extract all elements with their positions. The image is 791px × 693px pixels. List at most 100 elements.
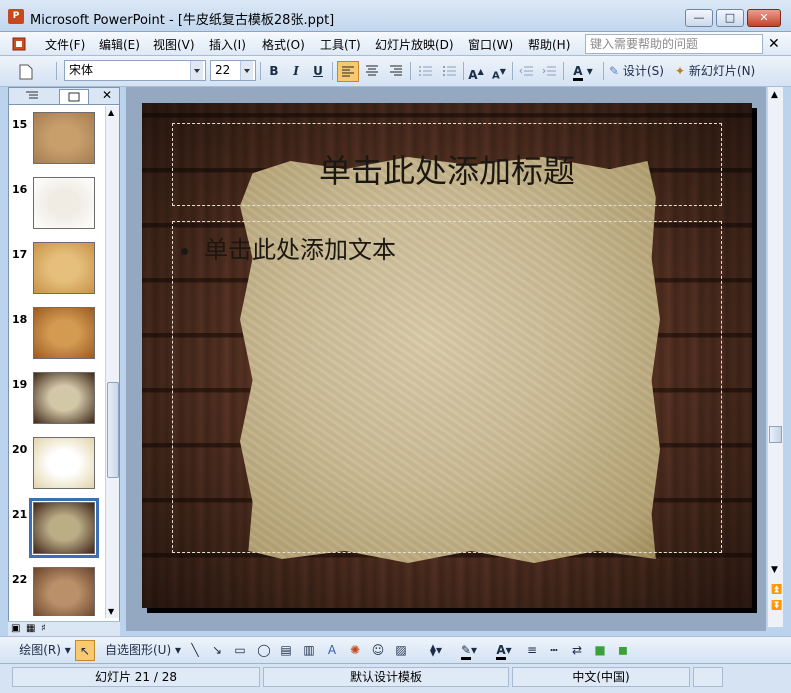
font-color-icon[interactable]: A▾ (489, 640, 519, 661)
increase-indent-icon[interactable] (539, 61, 559, 82)
scroll-up-icon[interactable]: ▲ (108, 108, 114, 117)
menu-doc-icon[interactable] (10, 36, 28, 52)
design-button[interactable]: ✎ 设计(S) (609, 61, 671, 82)
pane-scroll-thumb[interactable] (107, 382, 119, 478)
status-language: 中文(中国) (512, 667, 690, 687)
new-slide-button[interactable]: ✦ 新幻灯片(N) (675, 61, 763, 82)
font-name-select[interactable]: 宋体 (64, 60, 206, 81)
minimize-button[interactable]: — (685, 9, 713, 27)
status-slide-info: 幻灯片 21 / 28 (12, 667, 260, 687)
pane-tabs: ✕ (9, 88, 119, 105)
title-placeholder[interactable]: 单击此处添加标题 (172, 123, 722, 206)
pane-close-icon[interactable]: ✕ (102, 88, 112, 102)
slide-editor: 单击此处添加标题 单击此处添加文本 (126, 87, 766, 631)
view-buttons: ▣ ▦ ♯ (8, 621, 120, 636)
font-size-value: 22 (215, 63, 231, 77)
slide-thumbnail[interactable] (33, 437, 95, 489)
bold-button[interactable]: B (264, 61, 284, 82)
3d-style-icon[interactable]: ◼ (614, 640, 632, 661)
slide-thumbnail[interactable] (33, 242, 95, 294)
autoshapes-button[interactable]: 自选图形(U) ▾ (103, 640, 183, 661)
editor-scroll-thumb[interactable] (769, 426, 782, 443)
ellipse-icon[interactable]: ◯ (254, 640, 274, 661)
line-color-icon[interactable]: ✎▾ (454, 640, 484, 661)
pane-scrollbar[interactable]: ▲ ▼ (105, 106, 119, 618)
menu-window[interactable]: 窗口(W) (468, 36, 513, 53)
editor-scrollbar[interactable]: ▲ ▼ ⏫ ⏬ (767, 87, 783, 627)
menu-edit[interactable]: 编辑(E) (99, 36, 140, 53)
arrow-style-icon[interactable]: ⇄ (568, 640, 586, 661)
rectangle-icon[interactable]: ▭ (231, 640, 249, 661)
shadow-style-icon[interactable]: ■ (591, 640, 609, 661)
slide-number: 18 (12, 313, 28, 326)
slide-thumbnail[interactable] (33, 567, 95, 616)
diagram-icon[interactable]: ✺ (346, 640, 364, 661)
menu-insert[interactable]: 插入(I) (209, 36, 246, 53)
slideshow-icon[interactable]: ♯ (41, 623, 46, 634)
menu-help[interactable]: 帮助(H) (528, 36, 570, 53)
picture-icon[interactable]: ▨ (392, 640, 410, 661)
select-arrow-icon[interactable]: ↖ (75, 640, 95, 661)
menu-bar: 文件(F) 编辑(E) 视图(V) 插入(I) 格式(O) 工具(T) 幻灯片放… (0, 32, 791, 56)
powerpoint-app-icon[interactable]: P (8, 9, 24, 24)
slide-sorter-icon[interactable]: ▦ (26, 623, 35, 634)
menu-slideshow[interactable]: 幻灯片放映(D) (375, 36, 454, 53)
menu-file[interactable]: 文件(F) (45, 36, 85, 53)
title-bar: P Microsoft PowerPoint - [牛皮纸复古模板28张.ppt… (0, 0, 791, 32)
slide-thumbnail[interactable] (33, 112, 95, 164)
numbered-list-icon[interactable] (414, 61, 436, 82)
draw-menu-button[interactable]: 绘图(R) ▾ (18, 640, 72, 661)
dash-style-icon[interactable]: ┅ (545, 640, 563, 661)
align-center-button[interactable] (361, 61, 383, 82)
font-size-select[interactable]: 22 (210, 60, 256, 81)
help-search-input[interactable]: 键入需要帮助的问题 (585, 34, 763, 54)
slide-thumbnail[interactable] (33, 177, 95, 229)
tab-slides[interactable] (59, 89, 89, 104)
drawing-toolbar: 绘图(R) ▾ ↖ 自选图形(U) ▾ ╲ ↘ ▭ ◯ ▤ ▥ A ✺ ☺ ▨ … (0, 636, 791, 663)
line-icon[interactable]: ╲ (186, 640, 204, 661)
chevron-down-icon[interactable] (240, 61, 253, 80)
new-document-icon[interactable] (14, 61, 38, 82)
wordart-icon[interactable]: A (323, 640, 341, 661)
document-close-icon[interactable]: ✕ (768, 36, 780, 52)
menu-format[interactable]: 格式(O) (262, 36, 305, 53)
align-right-button[interactable] (385, 61, 407, 82)
slide-number: 16 (12, 183, 28, 196)
tab-outline[interactable] (17, 89, 47, 104)
align-left-button[interactable] (337, 61, 359, 82)
close-button[interactable]: ✕ (747, 9, 781, 27)
current-slide[interactable]: 单击此处添加标题 单击此处添加文本 (142, 103, 752, 608)
font-color-icon[interactable]: A ▾ (568, 61, 598, 82)
body-placeholder-text: 单击此处添加文本 (181, 230, 396, 265)
italic-button[interactable]: I (286, 61, 306, 82)
increase-font-icon[interactable]: A▲ (466, 61, 486, 82)
slide-thumbnail[interactable] (33, 372, 95, 424)
previous-slide-icon[interactable]: ⏫ (771, 585, 782, 595)
decrease-font-icon[interactable]: A▼ (489, 61, 509, 82)
textbox-icon[interactable]: ▤ (277, 640, 295, 661)
scroll-down-icon[interactable]: ▼ (108, 607, 114, 616)
slide-thumbnail[interactable] (33, 307, 95, 359)
body-placeholder[interactable]: 单击此处添加文本 (172, 221, 722, 553)
scroll-down-icon[interactable]: ▼ (771, 565, 778, 575)
decrease-indent-icon[interactable] (516, 61, 536, 82)
bullet-list-icon[interactable] (438, 61, 460, 82)
fill-color-icon[interactable]: ⧫▾ (423, 640, 449, 661)
design-icon: ✎ (609, 64, 620, 78)
slide-number: 22 (12, 573, 28, 586)
next-slide-icon[interactable]: ⏬ (771, 601, 782, 611)
clipart-icon[interactable]: ☺ (369, 640, 387, 661)
vertical-textbox-icon[interactable]: ▥ (300, 640, 318, 661)
restore-button[interactable]: □ (716, 9, 744, 27)
chevron-down-icon[interactable] (190, 61, 203, 80)
slide-thumbnail[interactable] (29, 498, 99, 558)
line-style-icon[interactable]: ≡ (523, 640, 541, 661)
menu-view[interactable]: 视图(V) (153, 36, 195, 53)
status-bar: 幻灯片 21 / 28 默认设计模板 中文(中国) (0, 663, 791, 693)
scroll-up-icon[interactable]: ▲ (771, 90, 778, 100)
arrow-icon[interactable]: ↘ (208, 640, 226, 661)
normal-view-icon[interactable]: ▣ (11, 623, 20, 634)
underline-button[interactable]: U (308, 61, 328, 82)
slide-number: 19 (12, 378, 28, 391)
menu-tools[interactable]: 工具(T) (320, 36, 361, 53)
